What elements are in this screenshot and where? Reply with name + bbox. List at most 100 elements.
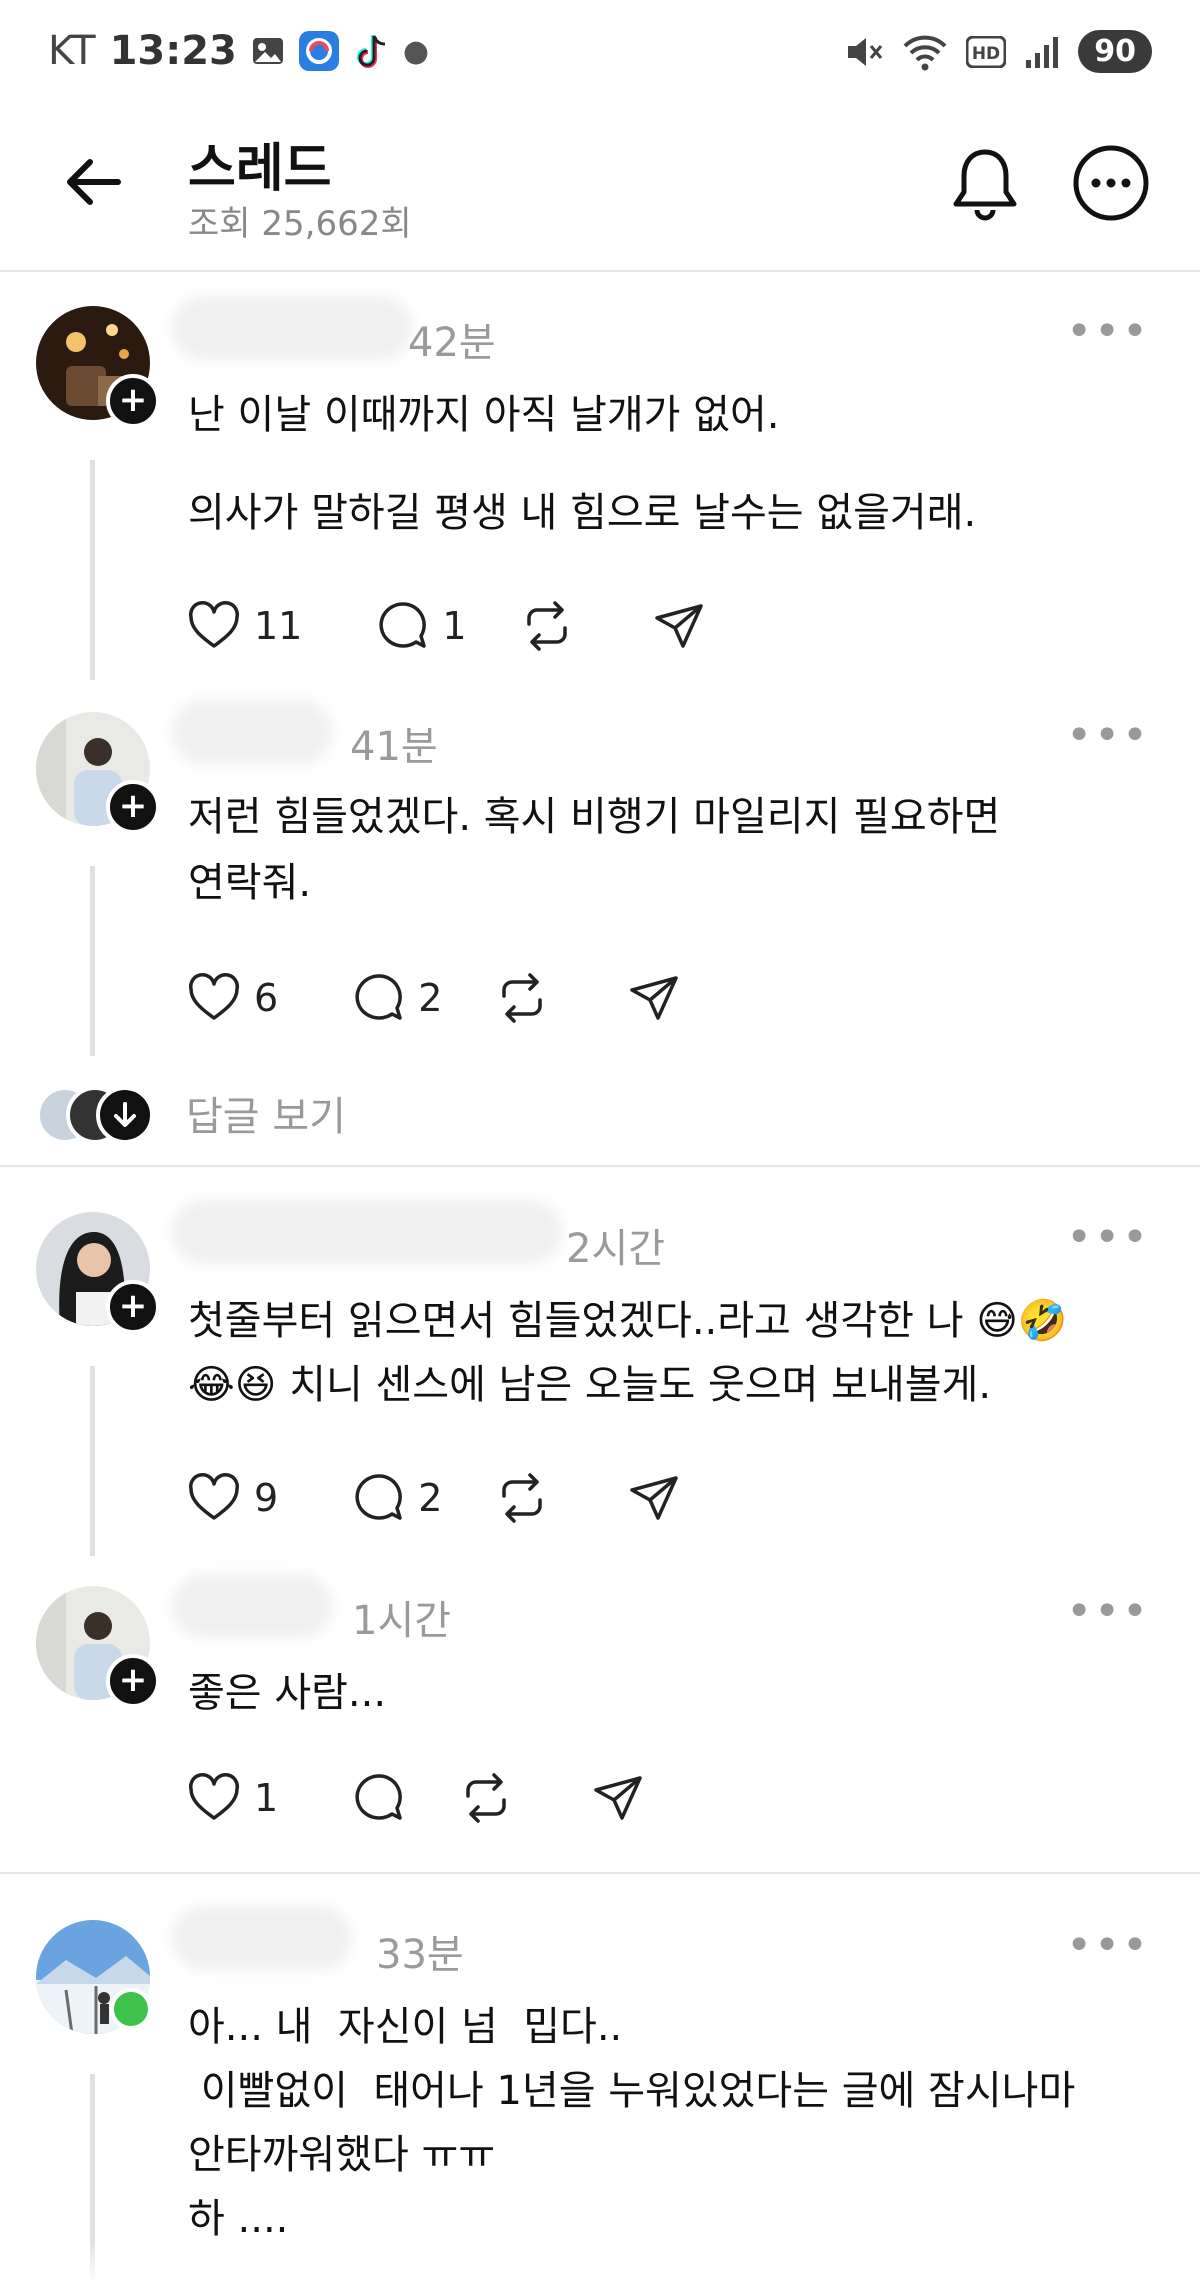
avatar[interactable]: + [36, 1212, 160, 1334]
username-blurred[interactable] [172, 1906, 352, 1970]
comment-icon [355, 1774, 403, 1820]
more-options-icon[interactable] [1072, 144, 1150, 222]
dot-icon: ● [402, 33, 430, 69]
view-replies[interactable]: 답글 보기 [36, 1082, 736, 1144]
post-line-1: 저런 힘들었겠다. 혹시 비행기 마일리지 필요하면 [188, 794, 1001, 840]
post-time: 33분 [376, 1932, 464, 1978]
tiktok-icon [356, 35, 385, 68]
avatar[interactable]: + [36, 712, 160, 834]
view-count: 조회 25,662회 [188, 204, 412, 244]
bell-icon[interactable] [950, 146, 1020, 222]
post-menu-icon[interactable]: ••• [1066, 306, 1150, 357]
expand-down-icon [96, 1086, 154, 1144]
like-button[interactable]: 11 [186, 598, 302, 654]
send-icon [594, 1776, 642, 1820]
repost-button[interactable] [458, 1770, 514, 1826]
gallery-icon [252, 38, 283, 64]
comment-count: 2 [418, 1476, 443, 1520]
comment-icon [379, 602, 427, 648]
avatar[interactable]: + [36, 1586, 160, 1708]
share-button[interactable] [651, 598, 707, 654]
comment-button[interactable]: 1 [374, 598, 467, 654]
comment-count: 2 [418, 976, 443, 1020]
battery-indicator: 90 [1078, 30, 1152, 73]
send-icon [654, 604, 703, 648]
like-count: 1 [254, 1776, 279, 1820]
follow-plus-icon[interactable]: + [106, 780, 160, 834]
share-button[interactable] [590, 1770, 646, 1826]
comment-icon [355, 974, 403, 1020]
post-time: 2시간 [566, 1226, 666, 1272]
repost-icon [502, 973, 543, 1023]
bottom-fade [0, 2240, 1200, 2283]
post-line-1: 첫줄부터 읽으면서 힘들었겠다..라고 생각한 나 😅🤣 [188, 1298, 1068, 1344]
comment-count: 1 [442, 604, 467, 648]
comment-icon [355, 1474, 403, 1520]
username-blurred[interactable] [172, 700, 332, 764]
avatar[interactable]: + [36, 306, 160, 428]
share-button[interactable] [626, 970, 682, 1026]
post-menu-icon[interactable]: ••• [1066, 1586, 1150, 1637]
signal-icon [1026, 36, 1059, 68]
post-menu-icon[interactable]: ••• [1066, 710, 1150, 761]
heart-icon [188, 601, 240, 648]
wifi-icon [903, 35, 947, 70]
post-time: 41분 [350, 724, 438, 770]
like-count: 6 [254, 976, 279, 1020]
like-count: 9 [254, 1476, 279, 1520]
comment-button[interactable]: 2 [350, 970, 442, 1026]
avatar[interactable] [36, 1920, 152, 2034]
post-line-2: 😂😆 치니 센스에 남은 오늘도 웃으며 보내볼게. [188, 1362, 992, 1408]
like-button[interactable]: 9 [186, 1470, 278, 1526]
thread-line [90, 460, 95, 680]
page-title: 스레드 [188, 139, 332, 199]
app-bar: 스레드 조회 25,662회 [0, 110, 1200, 272]
action-row: 11 1 [186, 596, 707, 656]
post-line-1: 난 이날 이때까지 아직 날개가 없어. [188, 392, 780, 438]
hd-icon: HD [966, 35, 1007, 68]
post-line-1: 아... 내 자신이 넘 밉다.. [188, 2004, 623, 2050]
repost-button[interactable] [494, 970, 550, 1026]
post-line-2: 의사가 말하길 평생 내 힘으로 날수는 없을거래. [188, 490, 977, 536]
like-count: 11 [254, 604, 303, 648]
thread-divider [0, 1165, 1200, 1167]
send-icon [630, 1476, 679, 1520]
back-arrow-icon[interactable] [62, 150, 126, 214]
post-line-2: 연락줘. [188, 860, 312, 906]
username-blurred[interactable] [172, 1574, 332, 1638]
comment-button[interactable]: 2 [350, 1470, 442, 1526]
view-replies-label: 답글 보기 [186, 1094, 346, 1140]
repost-icon [466, 1773, 506, 1823]
heart-icon [188, 1473, 240, 1520]
svg-text:HD: HD [972, 44, 1000, 64]
status-right: HD 90 [844, 30, 1152, 73]
post-time: 42분 [408, 320, 496, 366]
status-left: KT 13:23 ● [48, 28, 429, 74]
action-row: 1 [186, 1768, 646, 1828]
clock: 13:23 [109, 28, 237, 74]
heart-icon [188, 973, 240, 1020]
comment-button[interactable] [350, 1770, 406, 1826]
post-line-2: 이빨없이 태어나 1년을 누워있었다는 글에 잠시나마 [188, 2068, 1076, 2114]
action-row: 9 2 [186, 1468, 682, 1528]
status-bar: KT 13:23 ● HD 90 [0, 0, 1200, 110]
share-button[interactable] [626, 1470, 682, 1526]
username-blurred[interactable] [172, 296, 412, 360]
post-menu-icon[interactable]: ••• [1066, 1212, 1150, 1263]
thread-line [90, 866, 95, 1056]
like-button[interactable]: 6 [186, 970, 278, 1026]
follow-plus-icon[interactable]: + [106, 1654, 160, 1708]
carrier-label: KT [48, 28, 96, 74]
post-menu-icon[interactable]: ••• [1066, 1920, 1150, 1971]
post-time: 1시간 [352, 1598, 452, 1644]
heart-icon [188, 1773, 240, 1820]
repost-button[interactable] [519, 598, 575, 654]
repost-icon [502, 1473, 543, 1523]
action-row: 6 2 [186, 968, 682, 1028]
like-button[interactable]: 1 [186, 1770, 278, 1826]
send-icon [630, 976, 679, 1020]
repost-button[interactable] [494, 1470, 550, 1526]
username-blurred[interactable] [172, 1200, 562, 1264]
follow-plus-icon[interactable]: + [106, 374, 160, 428]
follow-plus-icon[interactable]: + [106, 1280, 160, 1334]
